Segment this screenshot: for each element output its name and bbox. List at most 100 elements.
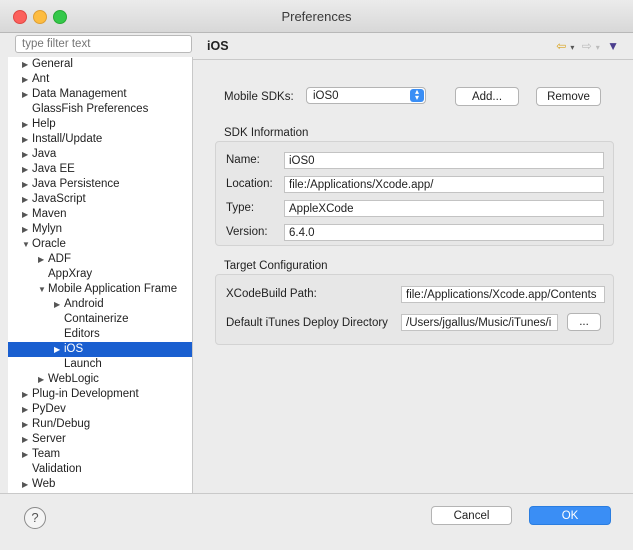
forward-menu-chevron-icon[interactable]: ▾ [596, 43, 600, 52]
tree-item-label: Validation [32, 463, 82, 475]
tree-item[interactable]: ▶ Ant [8, 72, 192, 87]
tree-item[interactable]: ▶ PyDev [8, 402, 192, 417]
tree-item[interactable]: ▶ Data Management [8, 87, 192, 102]
back-icon[interactable]: ⇦ [556, 39, 566, 53]
add-sdk-button[interactable]: Add... [455, 87, 519, 106]
expand-arrow-icon[interactable]: ▶ [22, 402, 32, 417]
expand-arrow-icon[interactable]: ▶ [22, 417, 32, 432]
tree-item[interactable]: AppXray [8, 267, 192, 282]
collapse-arrow-icon[interactable]: ▼ [38, 282, 48, 297]
itunes-dir-label: Default iTunes Deploy Directory [226, 317, 388, 329]
version-field[interactable]: 6.4.0 [284, 224, 604, 241]
tree-item[interactable]: ▶ Server [8, 432, 192, 447]
tree-item[interactable]: ▶ Help [8, 117, 192, 132]
tree-item[interactable]: ▶ Plug-in Development [8, 387, 192, 402]
tree-item-label: WebLogic [48, 373, 99, 385]
tree-item[interactable]: ▶ Java Persistence [8, 177, 192, 192]
expand-arrow-icon[interactable]: ▶ [22, 192, 32, 207]
name-label: Name: [226, 154, 260, 166]
expand-arrow-icon[interactable]: ▶ [22, 222, 32, 237]
preferences-tree[interactable]: ▶ General ▶ Ant ▶ Data Management GlassFish Pr… [8, 57, 193, 493]
tree-item-label: iOS [64, 343, 84, 355]
location-label: Location: [226, 178, 273, 190]
expand-arrow-icon[interactable]: ▶ [22, 87, 32, 102]
tree-item[interactable]: ▶ Java EE [8, 162, 192, 177]
tree-item[interactable]: ▶ ADF [8, 252, 192, 267]
help-icon[interactable]: ? [24, 507, 46, 529]
tree-item[interactable]: ▶ iOS [8, 342, 192, 357]
tree-item-label: ADF [48, 253, 71, 265]
xcode-path-field[interactable]: file:/Applications/Xcode.app/Contents [401, 286, 605, 303]
expand-arrow-icon[interactable]: ▶ [22, 117, 32, 132]
forward-icon[interactable]: ⇨ [582, 39, 592, 53]
expand-arrow-icon[interactable]: ▶ [22, 477, 32, 492]
location-field[interactable]: file:/Applications/Xcode.app/ [284, 176, 604, 193]
tree-item[interactable]: ▶ Android [8, 297, 192, 312]
tree-item-label: Ant [32, 73, 50, 85]
remove-sdk-button[interactable]: Remove [536, 87, 601, 106]
mobile-sdks-value: iOS0 [313, 90, 339, 102]
expand-arrow-icon[interactable]: ▶ [22, 132, 32, 147]
expand-arrow-icon[interactable]: ▶ [22, 177, 32, 192]
tree-item[interactable]: ▶ Team [8, 447, 192, 462]
sdk-info-title: SDK Information [224, 127, 309, 139]
tree-item[interactable]: ▼ Mobile Application Frame [8, 282, 192, 297]
tree-item[interactable]: ▶ JavaScript [8, 192, 192, 207]
tree-item[interactable]: Launch [8, 357, 192, 372]
tree-item-label: Containerize [64, 313, 129, 325]
tree-item[interactable]: ▶ Maven [8, 207, 192, 222]
view-menu-icon[interactable]: ▼ [607, 39, 619, 53]
tree-item[interactable]: ▶ WebLogic [8, 372, 192, 387]
expand-arrow-icon[interactable]: ▶ [22, 387, 32, 402]
type-label: Type: [226, 202, 255, 214]
tree-item[interactable]: ▶ Install/Update [8, 132, 192, 147]
tree-item-label: General [32, 58, 73, 70]
dialog-footer: ? Cancel OK [0, 493, 633, 550]
tree-item[interactable]: Validation [8, 462, 192, 477]
expand-arrow-icon[interactable]: ▶ [22, 162, 32, 177]
tree-item-label: Mylyn [32, 223, 63, 235]
expand-arrow-icon[interactable]: ▶ [22, 57, 32, 72]
tree-item-label: JavaScript [32, 193, 86, 205]
back-menu-chevron-icon[interactable]: ▾ [570, 43, 574, 52]
tree-item[interactable]: ▶ Java [8, 147, 192, 162]
preferences-window: Preferences ▶General▶Ant▶Data Management… [0, 0, 633, 550]
tree-item[interactable]: ▶ Run/Debug [8, 417, 192, 432]
expand-arrow-icon[interactable]: ▶ [38, 252, 48, 267]
tree-item-label: Java Persistence [32, 178, 120, 190]
select-chevrons-icon: ▴ ▾ [410, 88, 424, 102]
mobile-sdks-select[interactable]: iOS0 ▴ ▾ [306, 87, 426, 104]
header-separator [193, 59, 633, 60]
expand-arrow-icon[interactable]: ▶ [54, 342, 64, 357]
expand-arrow-icon[interactable]: ▶ [22, 432, 32, 447]
ok-button[interactable]: OK [529, 506, 611, 525]
expand-arrow-icon[interactable]: ▶ [22, 147, 32, 162]
tree-item[interactable]: ▶ General [8, 57, 192, 72]
itunes-dir-field[interactable]: /Users/jgallus/Music/iTunes/i [401, 314, 558, 331]
tree-item-label: Server [32, 433, 66, 445]
name-field[interactable]: iOS0 [284, 152, 604, 169]
collapse-arrow-icon[interactable]: ▼ [22, 237, 32, 252]
browse-button[interactable]: ... [567, 313, 601, 331]
tree-item-label: GlassFish Preferences [32, 103, 149, 115]
page-title: iOS [207, 39, 229, 53]
filter-input[interactable] [15, 35, 192, 53]
tree-item[interactable]: ▼ Oracle [8, 237, 192, 252]
tree-item[interactable]: GlassFish Preferences [8, 102, 192, 117]
expand-arrow-icon[interactable]: ▶ [54, 297, 64, 312]
xcode-path-label: XCodeBuild Path: [226, 288, 317, 300]
tree-item[interactable]: ▶ Mylyn [8, 222, 192, 237]
expand-arrow-icon[interactable]: ▶ [22, 207, 32, 222]
expand-arrow-icon[interactable]: ▶ [22, 447, 32, 462]
tree-item-label: Maven [32, 208, 67, 220]
tree-item[interactable]: Editors [8, 327, 192, 342]
tree-item[interactable]: ▶ Web [8, 477, 192, 492]
type-field[interactable]: AppleXCode [284, 200, 604, 217]
tree-item[interactable]: Containerize [8, 312, 192, 327]
expand-arrow-icon[interactable]: ▶ [38, 372, 48, 387]
expand-arrow-icon[interactable]: ▶ [22, 72, 32, 87]
cancel-button[interactable]: Cancel [431, 506, 512, 525]
tree-item-label: Editors [64, 328, 100, 340]
target-config-group: XCodeBuild Path: file:/Applications/Xcod… [215, 274, 614, 345]
tree-item-label: Run/Debug [32, 418, 91, 430]
